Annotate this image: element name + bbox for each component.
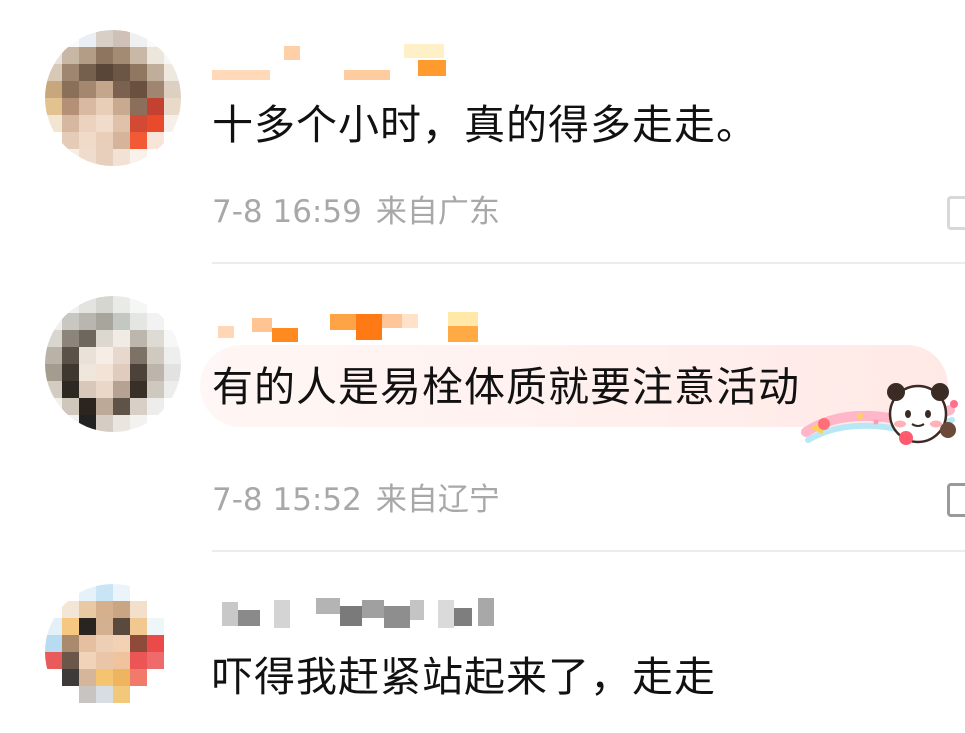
divider (212, 550, 965, 552)
comment-meta: 7-8 16:59 来自广东 (212, 192, 500, 232)
avatar[interactable] (45, 30, 181, 166)
comment-location: 来自广东 (375, 194, 500, 230)
username-pixelated[interactable] (212, 44, 462, 84)
username-pixelated[interactable] (212, 596, 502, 636)
comment-meta: 7-8 15:52 来自辽宁 (212, 480, 500, 520)
comment-location: 来自辽宁 (375, 482, 500, 518)
avatar-mosaic (45, 296, 181, 432)
avatar-mosaic (45, 30, 181, 166)
avatar[interactable] (45, 296, 181, 432)
divider (212, 262, 965, 264)
panda-sticker-icon (801, 383, 958, 445)
comment-text: 吓得我赶紧站起来了，走走 (212, 653, 716, 701)
edit-icon[interactable] (947, 483, 965, 517)
edit-icon[interactable] (947, 196, 965, 230)
avatar[interactable] (45, 584, 181, 720)
comment-date: 7-8 16:59 (212, 194, 362, 230)
avatar-mosaic (45, 584, 181, 720)
username-pixelated[interactable] (212, 310, 492, 350)
comment-text: 十多个小时，真的得多走走。 (212, 101, 758, 149)
comment-text: 有的人是易栓体质就要注意活动 (212, 363, 800, 411)
comment-date: 7-8 15:52 (212, 482, 362, 518)
